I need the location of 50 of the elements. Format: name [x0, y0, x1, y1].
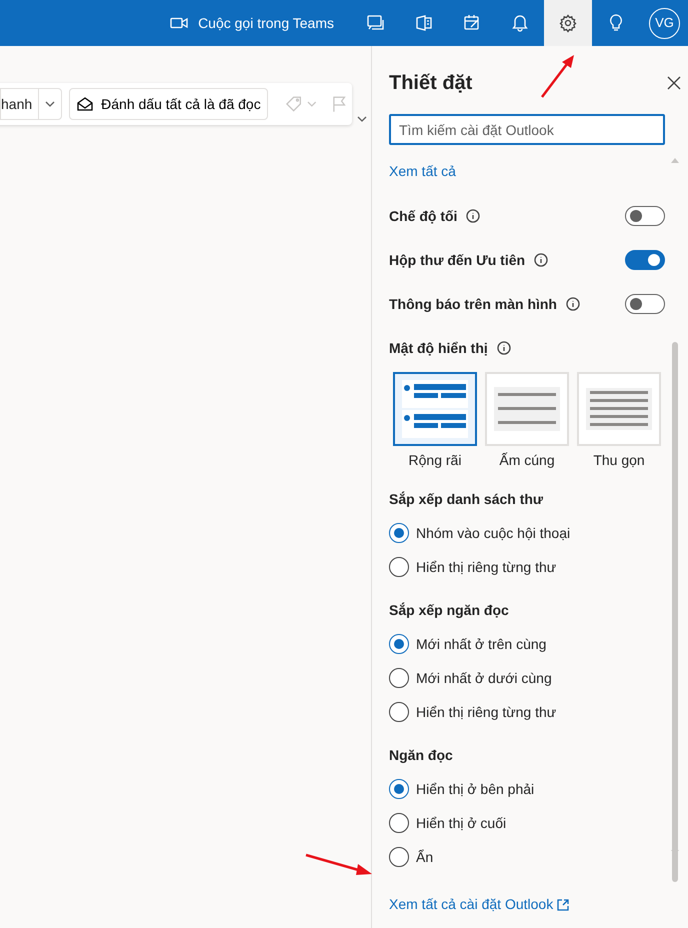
- info-icon: [496, 341, 511, 355]
- envelope-open-icon: [76, 96, 94, 112]
- list-layout-icon: [494, 387, 560, 431]
- info-icon: [466, 209, 480, 223]
- density-label: Thu gọn: [593, 451, 645, 470]
- radio-option[interactable]: Mới nhất ở dưới cùng: [389, 661, 552, 695]
- scrollbar[interactable]: [672, 342, 678, 882]
- setting-label: Hộp thư đến Ưu tiên: [389, 250, 526, 270]
- view-all-link[interactable]: Xem tất cả: [389, 161, 456, 182]
- caret-icon[interactable]: [45, 100, 56, 108]
- density-label: Ấm cúng: [499, 451, 555, 470]
- radio-option[interactable]: Hiển thị riêng từng thư: [389, 550, 556, 584]
- radio-option[interactable]: Mới nhất ở trên cùng: [389, 627, 546, 661]
- mark-all-read-button[interactable]: Đánh dấu tất cả là đã đọc: [69, 88, 268, 120]
- settings-button[interactable]: [544, 0, 592, 46]
- teams-call-button[interactable]: Cuộc gọi trong Teams: [162, 0, 352, 46]
- notification-icon: [510, 13, 530, 33]
- toggle-switch[interactable]: [625, 206, 665, 226]
- radio-option[interactable]: Hiển thị ở bên phải: [389, 772, 534, 806]
- annotation-arrow: [304, 853, 374, 877]
- close-icon[interactable]: [667, 76, 681, 90]
- office-icon: [414, 13, 434, 33]
- radio-option[interactable]: Nhóm vào cuộc hội thoại: [389, 516, 570, 550]
- section-heading: Sắp xếp ngăn đọc: [389, 601, 509, 620]
- radio-option[interactable]: Ẩn: [389, 840, 434, 874]
- setting-label: Chế độ tối: [389, 206, 458, 226]
- settings-link[interactable]: Xem tất cả cài đặt Outlook: [389, 894, 554, 915]
- setting-label: Thông báo trên màn hình: [389, 294, 557, 314]
- density-label: Rộng rãi: [408, 451, 462, 470]
- external-link-icon: [556, 898, 569, 910]
- setting-label: Mật độ hiển thị: [389, 338, 488, 358]
- toggle-switch[interactable]: [625, 294, 665, 314]
- section-heading: Sắp xếp danh sách thư: [389, 490, 544, 509]
- chevron-down-icon[interactable]: [357, 115, 367, 123]
- settings-icon: [558, 13, 578, 33]
- section-heading: Ngăn đọc: [389, 746, 453, 765]
- search-field[interactable]: Tìm kiếm cài đặt Outlook: [389, 114, 665, 145]
- list-layout-icon: [402, 380, 468, 438]
- density-option-card[interactable]: [393, 372, 477, 446]
- split-button[interactable]: hanh: [0, 88, 62, 120]
- info-icon: [534, 253, 548, 267]
- radio-option[interactable]: Hiển thị riêng từng thư: [389, 695, 556, 729]
- avatar[interactable]: VG: [649, 8, 680, 38]
- info-icon: [566, 297, 580, 311]
- video-camera-icon: [170, 17, 188, 29]
- list-layout-icon: [586, 388, 652, 430]
- radio-option[interactable]: Hiển thị ở cuối: [389, 806, 506, 840]
- toggle-switch[interactable]: [625, 250, 665, 270]
- panel-title: Thiết đặt: [389, 71, 472, 96]
- button-label: hanh: [1, 94, 32, 114]
